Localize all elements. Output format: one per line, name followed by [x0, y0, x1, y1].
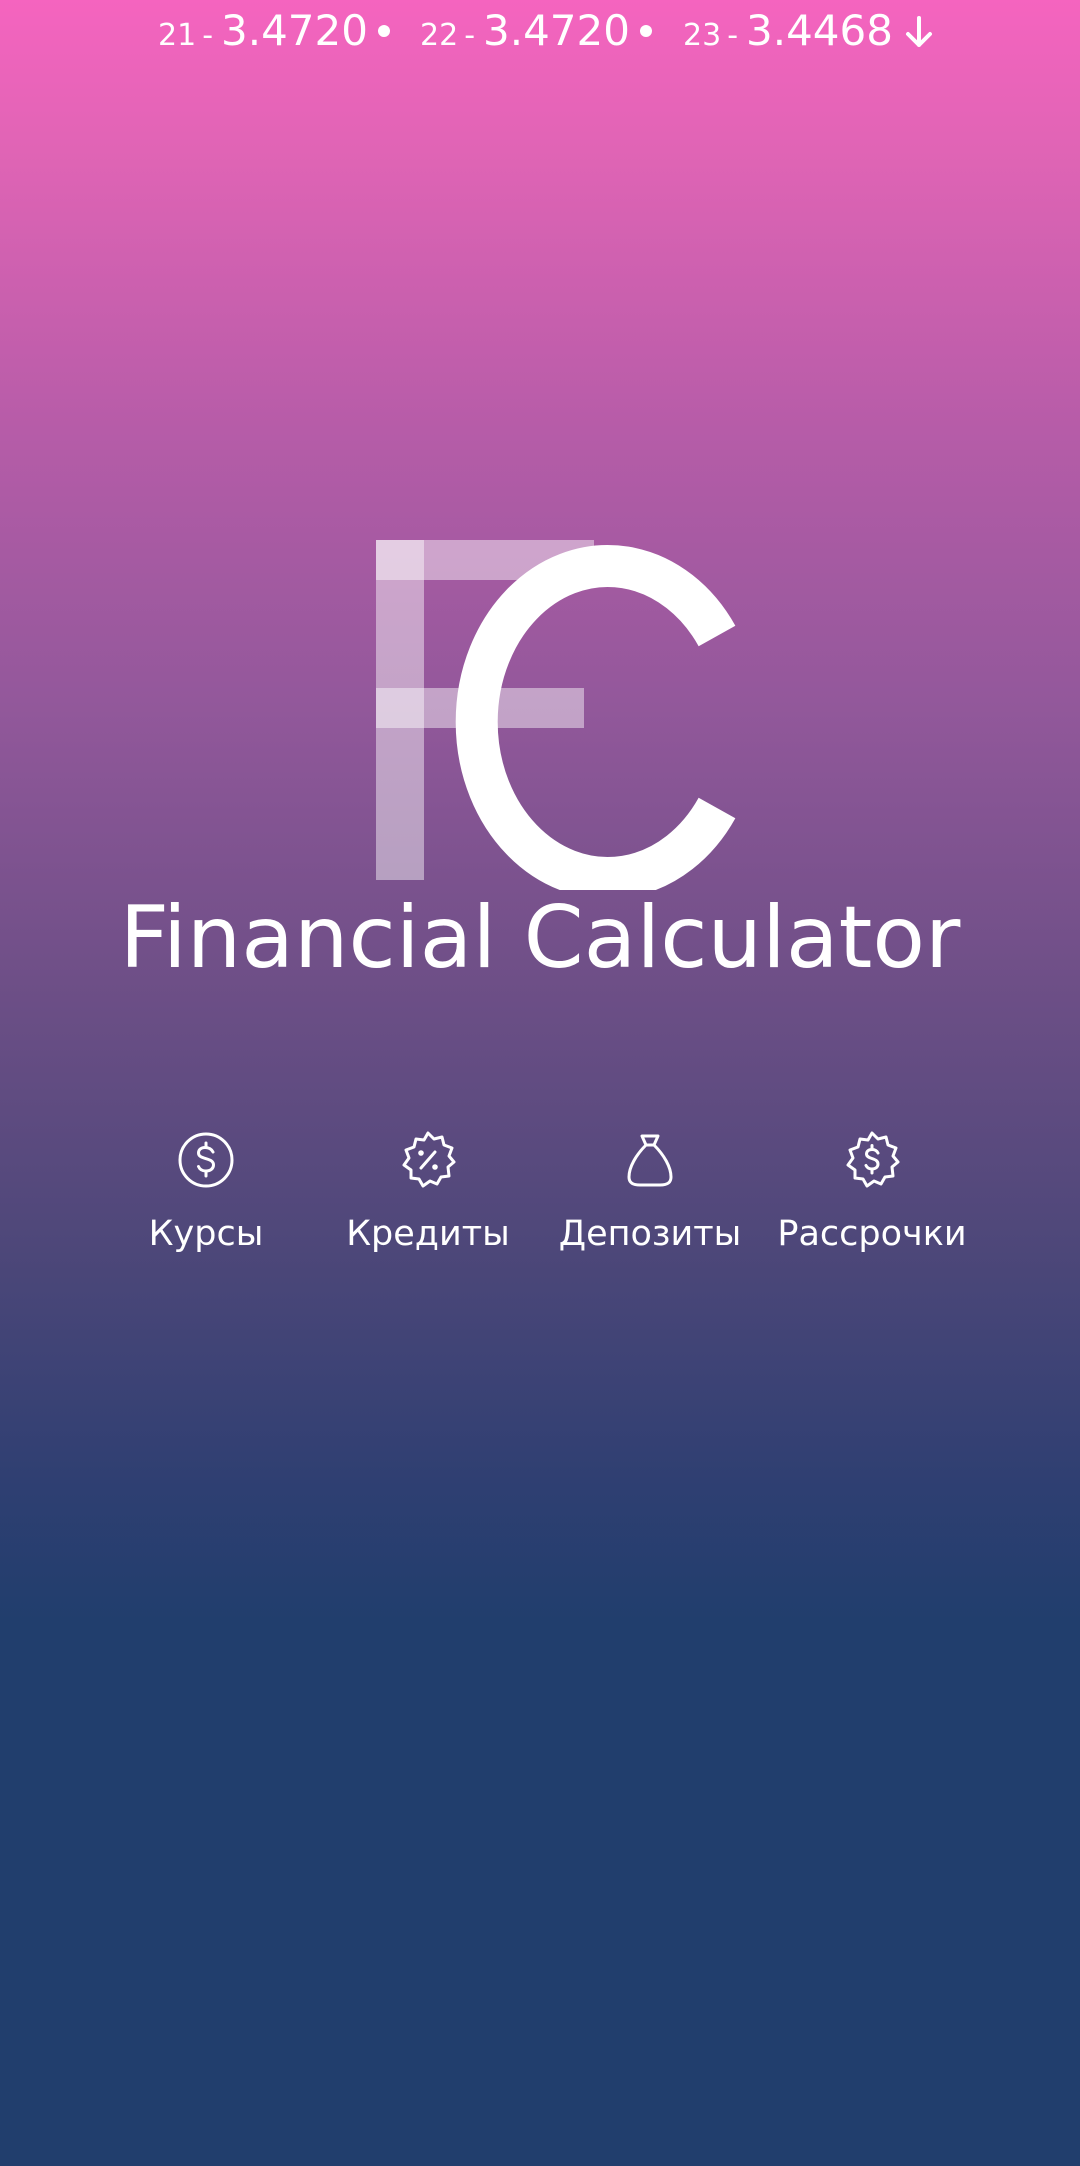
rate-day: 21: [158, 18, 197, 53]
dollar-circle-icon: [178, 1132, 234, 1188]
rate-item-21[interactable]: 21 - 3.4720: [158, 6, 390, 55]
app-title: Financial Calculator: [119, 888, 961, 988]
trend-flat-dot-icon: [377, 25, 390, 37]
money-bag-icon: [627, 1134, 673, 1187]
rate-item-23[interactable]: 23 - 3.4468: [683, 6, 935, 55]
rate-separator: -: [464, 18, 476, 53]
rate-day: 23: [683, 18, 722, 53]
fc-monogram-icon: [376, 540, 736, 890]
dollar-badge-icon: [846, 1131, 900, 1188]
rate-value: 3.4720: [221, 6, 368, 55]
main-menu: Курсы Кредиты Депозиты Рассрочки: [0, 1128, 1080, 1278]
rate-day: 22: [420, 18, 459, 53]
percent-badge-icon: [402, 1131, 456, 1188]
rate-separator: -: [727, 18, 739, 53]
menu-label: Рассрочки: [777, 1214, 967, 1254]
menu-label: Кредиты: [346, 1214, 510, 1254]
rate-value: 3.4720: [483, 6, 630, 55]
menu-item-installments[interactable]: Рассрочки: [762, 1128, 982, 1254]
menu-item-credits[interactable]: Кредиты: [318, 1128, 538, 1254]
menu-item-rates[interactable]: Курсы: [96, 1128, 316, 1254]
rate-separator: -: [202, 18, 214, 53]
app-logo: [370, 540, 750, 890]
menu-label: Курсы: [148, 1214, 264, 1254]
rate-ticker: 21 - 3.4720 22 - 3.4720 23 - 3.4468: [0, 0, 1080, 60]
menu-item-deposits[interactable]: Депозиты: [540, 1128, 760, 1254]
rate-item-22[interactable]: 22 - 3.4720: [420, 6, 652, 55]
trend-down-arrow-icon: [905, 16, 932, 47]
rate-value: 3.4468: [746, 6, 893, 55]
menu-label: Депозиты: [558, 1214, 742, 1254]
trend-flat-dot-icon: [639, 25, 652, 37]
